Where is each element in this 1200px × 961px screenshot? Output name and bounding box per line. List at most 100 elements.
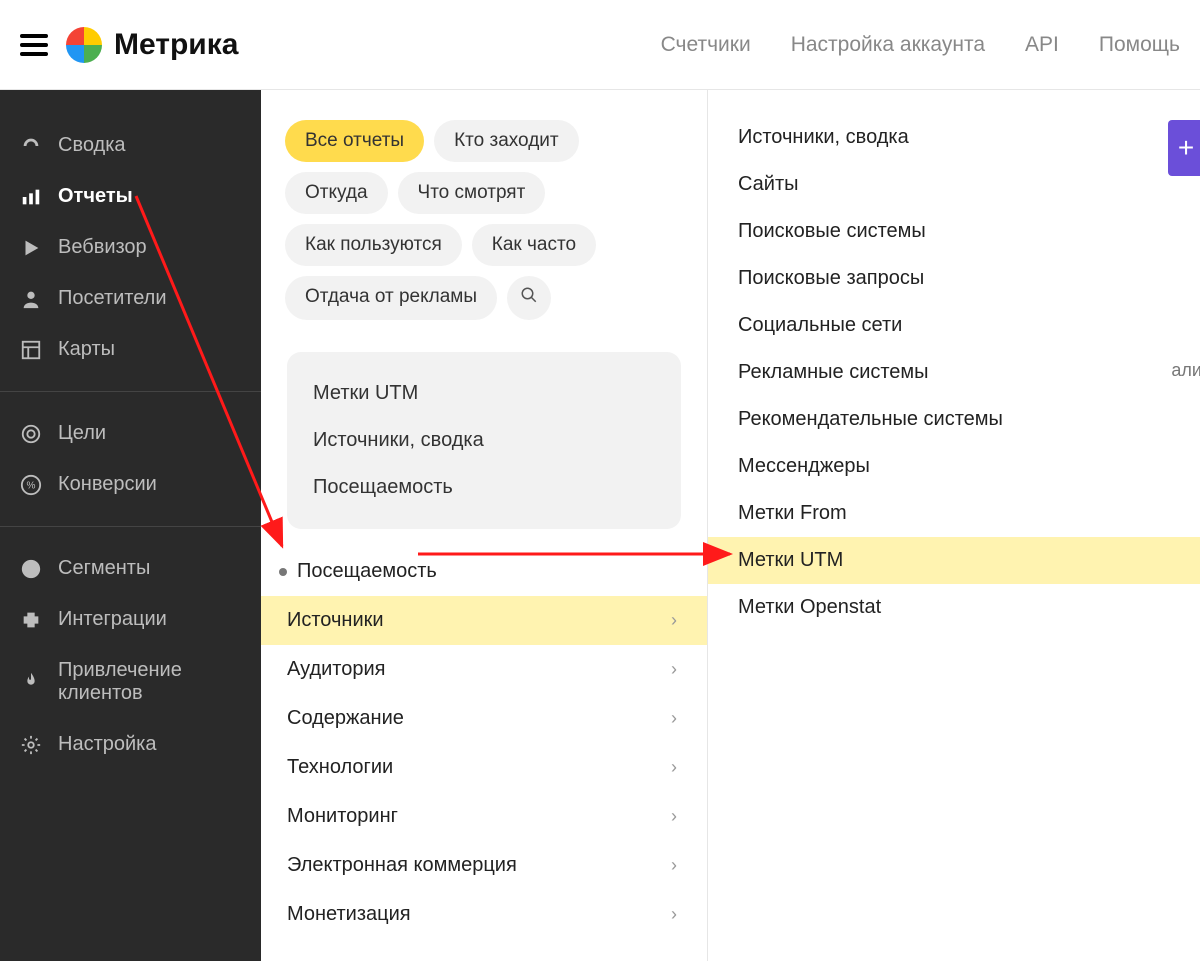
layout-icon [20,339,42,361]
puzzle-icon [20,609,42,631]
category-audience[interactable]: Аудитория › [261,645,707,694]
main-area: Сводка Отчеты Вебвизор Посетители Карты [0,90,1200,961]
chevron-right-icon: › [671,757,677,778]
category-attendance[interactable]: Посещаемость [261,547,707,596]
report-from-tags[interactable]: Метки From [708,490,1200,537]
category-sources[interactable]: Источники › [261,596,707,645]
sidebar-label: Интеграции [58,608,167,631]
category-label: Источники [287,609,384,632]
bar-chart-icon [20,186,42,208]
sidebar-item-segments[interactable]: Сегменты [0,543,261,594]
sidebar-item-acquisition[interactable]: Привлечение клиентов [0,645,261,719]
sidebar-item-integrations[interactable]: Интеграции [0,594,261,645]
category-label: Посещаемость [297,560,437,583]
sidebar-item-visitors[interactable]: Посетители [0,273,261,324]
search-icon [520,286,538,310]
percent-icon: % [20,474,42,496]
category-label: Монетизация [287,903,411,926]
play-icon [20,237,42,259]
sidebar-label: Сводка [58,134,126,157]
category-monitoring[interactable]: Мониторинг › [261,792,707,841]
app-title: Метрика [114,28,238,62]
topnav-account-settings[interactable]: Настройка аккаунта [791,33,985,57]
bullet-icon [279,568,287,576]
sidebar: Сводка Отчеты Вебвизор Посетители Карты [0,90,261,961]
sidebar-label: Отчеты [58,185,133,208]
recent-reports: Метки UTM Источники, сводка Посещаемость [287,352,681,529]
logo-icon [66,27,102,63]
chip-what-viewed[interactable]: Что смотрят [398,172,546,214]
topnav-api[interactable]: API [1025,33,1059,57]
report-recommendation-systems[interactable]: Рекомендательные системы [708,396,1200,443]
sidebar-label: Настройка [58,733,156,756]
chip-search[interactable] [507,276,551,320]
person-icon [20,288,42,310]
chevron-right-icon: › [671,708,677,729]
category-content[interactable]: Содержание › [261,694,707,743]
chip-from-where[interactable]: Откуда [285,172,388,214]
flame-icon [20,671,42,693]
subreports-panel: Источники, сводка Сайты Поисковые систем… [708,90,1200,961]
add-button[interactable]: + [1168,120,1200,176]
category-label: Мониторинг [287,805,398,828]
report-openstat-tags[interactable]: Метки Openstat [708,584,1200,631]
report-search-queries[interactable]: Поисковые запросы [708,255,1200,302]
filter-chips: Все отчеты Кто заходит Откуда Что смотря… [261,120,707,344]
report-sites[interactable]: Сайты [708,161,1200,208]
svg-text:%: % [27,480,36,491]
chevron-right-icon: › [671,904,677,925]
chevron-right-icon: › [671,659,677,680]
report-ad-systems[interactable]: Рекламные системы [708,349,1200,396]
sidebar-label: Конверсии [58,473,157,496]
top-nav: Счетчики Настройка аккаунта API Помощь [661,33,1180,57]
category-monetization[interactable]: Монетизация › [261,890,707,939]
sidebar-label: Сегменты [58,557,150,580]
category-list: Источники › Аудитория › Содержание › Тех… [261,596,707,939]
sidebar-label: Привлечение клиентов [58,659,241,705]
category-label: Технологии [287,756,393,779]
chip-ad-return[interactable]: Отдача от рекламы [285,276,497,320]
chip-who-visits[interactable]: Кто заходит [434,120,579,162]
pie-icon [20,558,42,580]
recent-item[interactable]: Метки UTM [287,370,681,417]
category-ecommerce[interactable]: Электронная коммерция › [261,841,707,890]
topnav-help[interactable]: Помощь [1099,33,1180,57]
top-header: Метрика Счетчики Настройка аккаунта API … [0,0,1200,90]
reports-panel: Все отчеты Кто заходит Откуда Что смотря… [261,90,708,961]
sidebar-divider [0,391,261,392]
topnav-counters[interactable]: Счетчики [661,33,751,57]
category-technologies[interactable]: Технологии › [261,743,707,792]
sidebar-label: Посетители [58,287,167,310]
sidebar-item-maps[interactable]: Карты [0,324,261,375]
recent-item[interactable]: Источники, сводка [287,417,681,464]
chip-how-used[interactable]: Как пользуются [285,224,462,266]
sidebar-item-conversions[interactable]: % Конверсии [0,459,261,510]
sidebar-item-webvisor[interactable]: Вебвизор [0,222,261,273]
chip-all-reports[interactable]: Все отчеты [285,120,424,162]
sidebar-item-reports[interactable]: Отчеты [0,171,261,222]
report-social-networks[interactable]: Социальные сети [708,302,1200,349]
gauge-icon [20,135,42,157]
sidebar-item-goals[interactable]: Цели [0,408,261,459]
recent-item[interactable]: Посещаемость [287,464,681,511]
chevron-right-icon: › [671,806,677,827]
category-label: Аудитория [287,658,385,681]
chip-how-often[interactable]: Как часто [472,224,596,266]
category-label: Содержание [287,707,404,730]
category-label: Электронная коммерция [287,854,517,877]
chevron-right-icon: › [671,855,677,876]
sidebar-item-summary[interactable]: Сводка [0,120,261,171]
report-sources-summary[interactable]: Источники, сводка [708,114,1200,161]
chevron-right-icon: › [671,610,677,631]
sidebar-label: Карты [58,338,115,361]
cropped-text: али [1171,360,1200,381]
hamburger-menu[interactable] [20,29,48,61]
sidebar-label: Цели [58,422,106,445]
report-search-systems[interactable]: Поисковые системы [708,208,1200,255]
sidebar-item-settings[interactable]: Настройка [0,719,261,770]
report-messengers[interactable]: Мессенджеры [708,443,1200,490]
sidebar-divider [0,526,261,527]
target-icon [20,423,42,445]
gear-icon [20,734,42,756]
report-utm-tags[interactable]: Метки UTM [708,537,1200,584]
